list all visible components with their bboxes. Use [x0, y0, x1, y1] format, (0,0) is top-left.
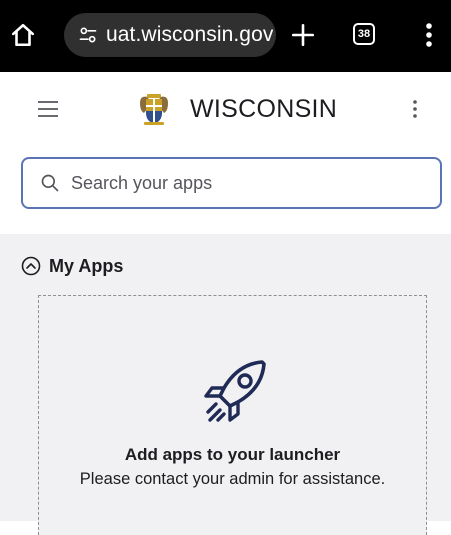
state-seal-icon [140, 94, 168, 125]
url-text: uat.wisconsin.gov [106, 23, 274, 46]
nav-menu-button[interactable] [34, 95, 62, 123]
empty-state-title: Add apps to your launcher [124, 445, 341, 464]
my-apps-toggle[interactable]: My Apps [21, 254, 123, 278]
app-menu-button[interactable] [402, 95, 428, 123]
tab-switcher-button[interactable]: 38 [353, 23, 375, 45]
apps-section: My Apps Add apps to your launcher Please… [0, 234, 451, 535]
more-vertical-icon [413, 100, 417, 118]
plus-icon [291, 23, 315, 47]
rocket-icon [204, 360, 266, 422]
search-icon [39, 172, 61, 194]
my-apps-title: My Apps [49, 255, 124, 276]
brand-name: WISCONSIN [190, 94, 338, 123]
browser-menu-button[interactable] [412, 18, 446, 52]
search-box[interactable] [21, 157, 442, 209]
new-tab-button[interactable] [286, 18, 320, 52]
hamburger-icon [38, 101, 58, 117]
empty-apps-card: Add apps to your launcher Please contact… [38, 295, 427, 535]
app-header: WISCONSIN [0, 72, 451, 146]
search-input[interactable] [71, 172, 431, 194]
empty-state-message: Please contact your admin for assistance… [79, 470, 386, 488]
address-bar[interactable]: uat.wisconsin.gov [64, 13, 276, 57]
tune-icon[interactable] [76, 23, 100, 47]
browser-toolbar: uat.wisconsin.gov 38 [0, 0, 451, 72]
home-icon [11, 23, 35, 47]
more-vertical-icon [426, 23, 432, 47]
chevron-up-circle-icon [21, 256, 41, 276]
home-button[interactable] [6, 18, 40, 52]
brand-logo[interactable]: WISCONSIN [136, 86, 337, 132]
